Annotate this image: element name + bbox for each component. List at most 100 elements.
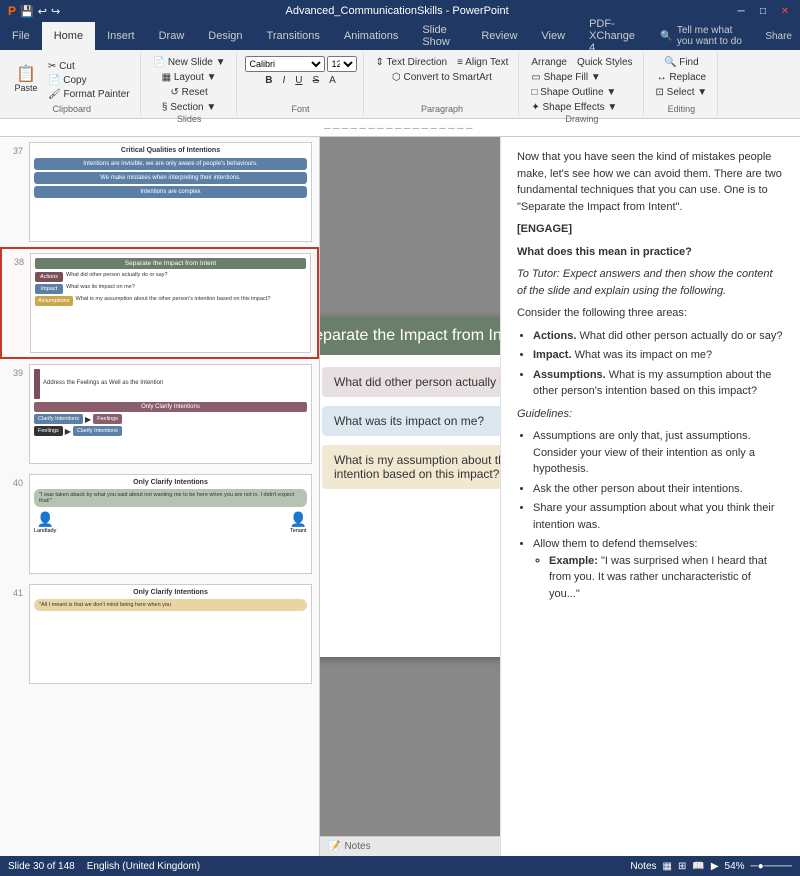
italic-button[interactable]: I bbox=[278, 74, 289, 87]
shape-outline-button[interactable]: □ Shape Outline ▼ bbox=[527, 86, 620, 99]
minimize-button[interactable]: ─ bbox=[734, 4, 748, 18]
main-slide-area: Separate the Impact from Intent Actions … bbox=[320, 137, 500, 856]
slide-main-body: Actions What did other person actually d… bbox=[320, 355, 500, 501]
slide-number-38: 38 bbox=[8, 257, 24, 353]
format-painter-button[interactable]: 🖌 Format Painter bbox=[44, 88, 134, 101]
zoom-slider[interactable]: ─●──── bbox=[751, 861, 792, 872]
tab-pdf[interactable]: PDF-XChange 4 bbox=[577, 22, 652, 50]
content-panel: Now that you have seen the kind of mista… bbox=[500, 137, 800, 856]
status-right: Notes ▦ ⊞ 📖 ▶ 54% ─●──── bbox=[630, 861, 792, 872]
content-g1: Assumptions are only that, just assumpti… bbox=[533, 428, 784, 478]
copy-button[interactable]: 📄 Copy bbox=[44, 74, 134, 87]
s38-row-assumptions: Assumptions What is my assumption about … bbox=[35, 296, 306, 306]
content-intro: Now that you have seen the kind of mista… bbox=[517, 149, 784, 215]
s38-impact-label: Impact bbox=[35, 284, 63, 294]
slide-item-40[interactable]: 40 Only Clarify Intentions "I was taken … bbox=[0, 469, 319, 579]
text-direction-button[interactable]: ⇕ Text Direction bbox=[372, 56, 452, 69]
content-guidelines-list: Assumptions are only that, just assumpti… bbox=[533, 428, 784, 602]
slide-item-39[interactable]: 39 Address the Feelings as Well as the I… bbox=[0, 359, 319, 469]
tab-design[interactable]: Design bbox=[196, 22, 254, 50]
font-family-select[interactable]: Calibri bbox=[245, 56, 325, 72]
replace-button[interactable]: ↔ Replace bbox=[653, 71, 710, 84]
arrange-button[interactable]: Arrange bbox=[527, 56, 571, 69]
slide-item-37[interactable]: 37 Critical Qualities of Intentions Inte… bbox=[0, 137, 319, 247]
window-controls: ─ □ ✕ bbox=[734, 4, 792, 18]
s40-landlady: Landlady bbox=[34, 528, 56, 534]
maximize-button[interactable]: □ bbox=[756, 4, 770, 18]
language-info: English (United Kingdom) bbox=[87, 861, 200, 872]
slides-label: Slides bbox=[177, 114, 202, 126]
tab-draw[interactable]: Draw bbox=[147, 22, 197, 50]
s37-box-3: Intentions are complex bbox=[34, 186, 307, 198]
view-reading-button[interactable]: 📖 bbox=[692, 861, 704, 872]
layout-button[interactable]: ▦ Layout ▼ bbox=[158, 71, 221, 84]
tab-animations[interactable]: Animations bbox=[332, 22, 410, 50]
slide-item-38[interactable]: 38 Separate the Impact from Intent Actio… bbox=[0, 247, 319, 359]
drawing-label: Drawing bbox=[565, 114, 598, 126]
notes-bar[interactable]: 📝 Notes bbox=[320, 836, 500, 856]
quick-styles-button[interactable]: Quick Styles bbox=[573, 56, 637, 69]
s37-title: Critical Qualities of Intentions bbox=[34, 147, 307, 154]
strikethrough-button[interactable]: S bbox=[309, 74, 324, 87]
tab-review[interactable]: Review bbox=[469, 22, 529, 50]
zoom-level: 54% bbox=[725, 861, 745, 872]
shape-effects-button[interactable]: ✦ Shape Effects ▼ bbox=[527, 101, 621, 114]
slide-number-39: 39 bbox=[7, 368, 23, 464]
cut-button[interactable]: ✂ Cut bbox=[44, 60, 134, 73]
s41-bubble: "All I meant is that we don't mind being… bbox=[34, 599, 307, 611]
slide-number-37: 37 bbox=[7, 146, 23, 242]
s37-box-2: We make mistakes when interpreting their… bbox=[34, 172, 307, 184]
slide-item-41[interactable]: 41 Only Clarify Intentions "All I meant … bbox=[0, 579, 319, 689]
tab-transitions[interactable]: Transitions bbox=[255, 22, 332, 50]
undo-icon[interactable]: ↩ bbox=[38, 5, 47, 18]
redo-icon[interactable]: ↪ bbox=[51, 5, 60, 18]
font-color-button[interactable]: A bbox=[325, 74, 340, 87]
find-button[interactable]: 🔍 Find bbox=[660, 56, 703, 69]
slide-info: Slide 30 of 148 bbox=[8, 861, 75, 872]
slide-canvas: Separate the Impact from Intent Actions … bbox=[320, 317, 500, 657]
share-button[interactable]: Share bbox=[757, 22, 800, 50]
s38-row-impact: Impact What was its impact on me? bbox=[35, 284, 306, 294]
font-size-select[interactable]: 12 bbox=[327, 56, 357, 72]
paste-button[interactable]: 📋 Paste bbox=[10, 65, 42, 95]
notes-label: Notes bbox=[344, 841, 370, 852]
ribbon-content: 📋 Paste ✂ Cut 📄 Copy 🖌 Format Painter Cl… bbox=[0, 50, 800, 118]
align-text-button[interactable]: ≡ Align Text bbox=[453, 56, 512, 69]
ribbon: File Home Insert Draw Design Transitions… bbox=[0, 22, 800, 119]
view-slideshow-button[interactable]: ▶ bbox=[711, 861, 719, 872]
quick-save-icon[interactable]: 💾 bbox=[20, 5, 34, 18]
view-normal-button[interactable]: ▦ bbox=[663, 861, 672, 872]
close-button[interactable]: ✕ bbox=[778, 4, 792, 18]
slide-row-impact: Impact What was its impact on me? bbox=[320, 406, 500, 437]
s39-arrow-1: ▶ bbox=[85, 415, 91, 424]
slide-number-41: 41 bbox=[7, 588, 23, 684]
tell-me-input[interactable]: 🔍 Tell me what you want to do bbox=[652, 22, 757, 50]
slide-desc-impact: What was its impact on me? bbox=[322, 406, 500, 436]
select-button[interactable]: ⊡ Select ▼ bbox=[652, 86, 712, 99]
view-slide-sorter-button[interactable]: ⊞ bbox=[678, 861, 686, 872]
s38-assumptions-text: What is my assumption about the other pe… bbox=[76, 296, 307, 302]
reset-button[interactable]: ↺ Reset bbox=[166, 86, 211, 99]
content-g3: Share your assumption about what you thi… bbox=[533, 500, 784, 533]
new-slide-button[interactable]: 📄 New Slide ▼ bbox=[149, 56, 230, 69]
tab-slideshow[interactable]: Slide Show bbox=[410, 22, 469, 50]
bold-button[interactable]: B bbox=[261, 74, 276, 87]
content-example-list: Example: "I was surprised when I heard t… bbox=[549, 553, 784, 603]
main-layout: 37 Critical Qualities of Intentions Inte… bbox=[0, 137, 800, 856]
underline-button[interactable]: U bbox=[291, 74, 306, 87]
notes-status-button[interactable]: Notes bbox=[630, 861, 656, 872]
tab-view[interactable]: View bbox=[529, 22, 577, 50]
drawing-group: Arrange Quick Styles ▭ Shape Fill ▼ □ Sh… bbox=[521, 52, 643, 116]
shape-fill-button[interactable]: ▭ Shape Fill ▼ bbox=[527, 71, 604, 84]
s41-title: Only Clarify Intentions bbox=[34, 589, 307, 596]
content-bullets: Actions. What did other person actually … bbox=[533, 328, 784, 400]
convert-smartart-button[interactable]: ⬡ Convert to SmartArt bbox=[388, 71, 496, 84]
s38-row-actions: Actions What did other person actually d… bbox=[35, 272, 306, 282]
slide-panel[interactable]: 37 Critical Qualities of Intentions Inte… bbox=[0, 137, 320, 856]
section-button[interactable]: § Section ▼ bbox=[158, 101, 220, 114]
tab-home[interactable]: Home bbox=[42, 22, 95, 50]
tab-insert[interactable]: Insert bbox=[95, 22, 147, 50]
s39-row-1: Clarify Intentions ▶ Feelings bbox=[34, 414, 307, 424]
tab-file[interactable]: File bbox=[0, 22, 42, 50]
font-label: Font bbox=[292, 104, 310, 116]
